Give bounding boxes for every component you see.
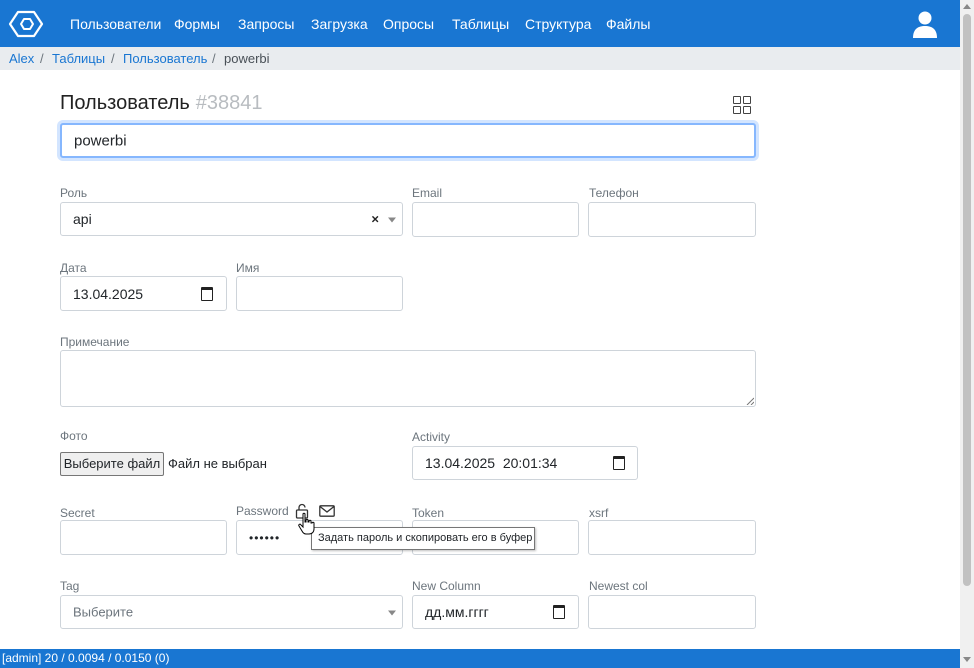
email-label: Email [412, 186, 443, 200]
role-select[interactable]: api × [60, 202, 403, 236]
new-column-placeholder: дд.мм.гггг [425, 604, 489, 620]
nav-item-upload[interactable]: Загрузка [311, 16, 368, 32]
calendar-icon[interactable] [553, 605, 565, 619]
status-text: [admin] 20 / 0.0094 / 0.0150 (0) [2, 651, 170, 665]
name-label: Имя [236, 261, 260, 275]
password-tooltip: Задать пароль и скопировать его в буфер [311, 527, 535, 550]
phone-label: Телефон [589, 186, 639, 200]
breadcrumb-item-current: powerbi [224, 51, 270, 66]
breadcrumb-separator: / [212, 51, 216, 66]
note-textarea[interactable] [60, 350, 756, 407]
scroll-up-icon[interactable] [963, 4, 971, 9]
activity-label: Activity [412, 430, 451, 444]
main-value-text: powerbi [74, 132, 127, 149]
nav-item-files[interactable]: Файлы [606, 16, 650, 32]
scroll-down-icon[interactable] [963, 657, 971, 662]
record-id: #38841 [195, 92, 263, 114]
email-field[interactable] [412, 202, 579, 237]
user-icon[interactable] [911, 10, 939, 38]
xsrf-label: xsrf [589, 506, 609, 520]
breadcrumb: Alex / Таблицы / Пользователь / powerbi [0, 47, 960, 70]
choose-file-button[interactable]: Выберите файл [60, 452, 164, 476]
breadcrumb-separator: / [40, 51, 44, 66]
page-title: Пользователь #38841 [60, 92, 263, 115]
secret-field[interactable] [60, 520, 227, 555]
new-column-date-field[interactable]: дд.мм.гггг [412, 595, 579, 629]
breadcrumb-separator: / [111, 51, 115, 66]
activity-value: 13.04.2025 20:01:34 [425, 455, 558, 471]
file-status: Файл не выбран [168, 456, 267, 471]
date-value: 13.04.2025 [73, 285, 144, 302]
nav-item-users[interactable]: Пользователи [70, 16, 161, 32]
calendar-icon[interactable] [613, 456, 625, 470]
newest-col-label: Newest col [589, 579, 648, 593]
password-value: •••••• [249, 530, 281, 545]
main-value-input[interactable]: powerbi [60, 123, 756, 158]
nav-item-queries[interactable]: Запросы [238, 16, 294, 32]
chevron-down-icon [388, 217, 396, 223]
calendar-icon[interactable] [201, 286, 213, 301]
password-label: Password [236, 504, 289, 518]
logo-icon[interactable] [8, 10, 44, 38]
secret-label: Secret [60, 506, 95, 520]
chevron-down-icon [388, 610, 396, 616]
role-value: api [73, 211, 92, 227]
breadcrumb-item-tables[interactable]: Таблицы [52, 47, 105, 70]
newest-col-field[interactable] [588, 595, 756, 629]
token-label: Token [412, 506, 445, 520]
date-field[interactable]: 13.04.2025 [60, 276, 227, 311]
tag-label: Tag [60, 579, 80, 593]
status-bar: [admin] 20 / 0.0094 / 0.0150 (0) [0, 649, 960, 668]
new-column-label: New Column [412, 579, 481, 593]
mail-icon[interactable] [319, 505, 335, 517]
note-label: Примечание [60, 335, 130, 349]
activity-field[interactable]: 13.04.2025 20:01:34 [412, 446, 638, 480]
nav-item-tables[interactable]: Таблицы [452, 16, 509, 32]
xsrf-field[interactable] [588, 520, 756, 555]
nav-item-forms[interactable]: Формы [174, 16, 220, 32]
role-label: Роль [60, 186, 88, 200]
breadcrumb-item-alex[interactable]: Alex [9, 47, 34, 70]
clear-icon[interactable]: × [371, 212, 379, 227]
nav-item-structure[interactable]: Структура [525, 16, 591, 32]
breadcrumb-item-user[interactable]: Пользователь [123, 47, 207, 70]
resize-handle-icon[interactable] [746, 397, 754, 405]
page-title-text: Пользователь [60, 92, 190, 114]
nav-item-surveys[interactable]: Опросы [383, 16, 434, 32]
photo-label: Фото [60, 429, 88, 443]
vertical-scrollbar[interactable] [960, 0, 974, 668]
date-label: Дата [60, 261, 87, 275]
scrollbar-thumb[interactable] [963, 14, 971, 586]
tag-select[interactable]: Выберите [60, 595, 403, 629]
phone-field[interactable] [588, 202, 756, 237]
grid-icon[interactable] [733, 96, 752, 115]
top-navbar: Пользователи Формы Запросы Загрузка Опро… [0, 0, 960, 47]
tag-placeholder: Выберите [73, 604, 134, 620]
name-field[interactable] [236, 276, 403, 311]
hand-cursor-icon [298, 512, 315, 535]
